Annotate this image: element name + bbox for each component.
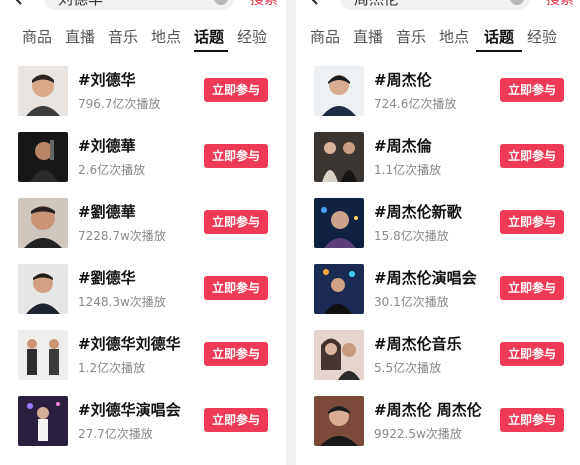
tab-location[interactable]: 地点	[151, 26, 181, 47]
search-results-panel-left: 刘德华 搜索 商品 直播 音乐 地点 话题 经验 #刘德华 796.7亿次播放 …	[0, 0, 286, 465]
category-tabs: 商品 直播 音乐 地点 话题 经验	[0, 20, 286, 54]
join-button[interactable]: 立即参与	[500, 408, 564, 432]
topic-title: #刘德华刘德华	[78, 335, 181, 353]
avatar	[18, 132, 68, 182]
join-button[interactable]: 立即参与	[500, 144, 564, 168]
avatar	[314, 330, 364, 380]
active-tab-indicator	[194, 50, 228, 52]
search-query: 周杰伦	[354, 0, 399, 9]
panel-divider	[286, 0, 296, 465]
avatar	[18, 264, 68, 314]
list-item[interactable]: #刘德华刘德华 1.2亿次播放 立即参与	[0, 330, 286, 396]
search-bar: 周杰伦 搜索	[296, 0, 580, 10]
avatar	[314, 66, 364, 116]
avatar	[18, 66, 68, 116]
play-count: 1.2亿次播放	[78, 361, 146, 375]
search-input[interactable]: 刘德华	[44, 0, 234, 10]
play-count: 30.1亿次播放	[374, 295, 449, 309]
avatar	[18, 330, 68, 380]
play-count: 1.1亿次播放	[374, 163, 442, 177]
join-button[interactable]: 立即参与	[500, 78, 564, 102]
search-button[interactable]: 搜索	[250, 0, 278, 9]
join-button[interactable]: 立即参与	[204, 144, 268, 168]
play-count: 2.6亿次播放	[78, 163, 146, 177]
avatar	[314, 198, 364, 248]
list-item[interactable]: #刘德华 796.7亿次播放 立即参与	[0, 66, 286, 132]
join-button[interactable]: 立即参与	[500, 210, 564, 234]
chevron-left-icon[interactable]	[308, 0, 320, 6]
avatar	[314, 396, 364, 446]
category-tabs: 商品 直播 音乐 地点 话题 经验	[296, 20, 580, 54]
topic-title: #周杰伦音乐	[374, 335, 462, 353]
list-item[interactable]: #周杰倫 1.1亿次播放 立即参与	[296, 132, 580, 198]
list-item[interactable]: #周杰伦 周杰伦 9922.5w次播放 立即参与	[296, 396, 580, 462]
search-input[interactable]: 周杰伦	[340, 0, 530, 10]
list-item[interactable]: #刘德華 2.6亿次播放 立即参与	[0, 132, 286, 198]
search-results-panel-right: 周杰伦 搜索 商品 直播 音乐 地点 话题 经验 #周杰伦 724.6亿次播放 …	[296, 0, 580, 465]
play-count: 724.6亿次播放	[374, 97, 457, 111]
avatar	[18, 198, 68, 248]
tab-topics[interactable]: 话题	[484, 26, 514, 47]
list-item[interactable]: #周杰伦新歌 15.8亿次播放 立即参与	[296, 198, 580, 264]
topic-title: #劉德华	[78, 269, 136, 287]
search-bar: 刘德华 搜索	[0, 0, 286, 10]
tab-experience[interactable]: 经验	[527, 26, 557, 47]
tab-location[interactable]: 地点	[439, 26, 469, 47]
list-item[interactable]: #周杰伦演唱会 30.1亿次播放 立即参与	[296, 264, 580, 330]
play-count: 796.7亿次播放	[78, 97, 161, 111]
avatar	[314, 132, 364, 182]
tab-goods[interactable]: 商品	[310, 26, 340, 47]
play-count: 5.5亿次播放	[374, 361, 442, 375]
search-button[interactable]: 搜索	[546, 0, 574, 9]
clear-icon[interactable]	[214, 0, 228, 5]
topic-title: #周杰伦	[374, 71, 432, 89]
tab-topics[interactable]: 话题	[194, 26, 224, 47]
topic-title: #刘德华演唱会	[78, 401, 181, 419]
tab-music[interactable]: 音乐	[396, 26, 426, 47]
play-count: 15.8亿次播放	[374, 229, 449, 243]
tab-music[interactable]: 音乐	[108, 26, 138, 47]
clear-icon[interactable]	[510, 0, 524, 5]
list-item[interactable]: #周杰伦 724.6亿次播放 立即参与	[296, 66, 580, 132]
avatar	[314, 264, 364, 314]
join-button[interactable]: 立即参与	[500, 342, 564, 366]
topic-title: #周杰伦新歌	[374, 203, 462, 221]
tab-experience[interactable]: 经验	[237, 26, 267, 47]
join-button[interactable]: 立即参与	[204, 276, 268, 300]
list-item[interactable]: #劉德华 1248.3w次播放 立即参与	[0, 264, 286, 330]
avatar	[18, 396, 68, 446]
list-item[interactable]: #劉德華 7228.7w次播放 立即参与	[0, 198, 286, 264]
tab-live[interactable]: 直播	[65, 26, 95, 47]
active-tab-indicator	[476, 50, 522, 52]
play-count: 9922.5w次播放	[374, 427, 462, 441]
list-item[interactable]: #刘德华演唱会 27.7亿次播放 立即参与	[0, 396, 286, 462]
topic-title: #周杰伦 周杰伦	[374, 401, 482, 419]
join-button[interactable]: 立即参与	[204, 78, 268, 102]
search-query: 刘德华	[58, 0, 103, 9]
topic-title: #周杰倫	[374, 137, 432, 155]
join-button[interactable]: 立即参与	[204, 408, 268, 432]
topic-title: #周杰伦演唱会	[374, 269, 477, 287]
join-button[interactable]: 立即参与	[204, 342, 268, 366]
tab-goods[interactable]: 商品	[22, 26, 52, 47]
play-count: 27.7亿次播放	[78, 427, 153, 441]
topic-title: #劉德華	[78, 203, 136, 221]
play-count: 1248.3w次播放	[78, 295, 166, 309]
topic-title: #刘德華	[78, 137, 136, 155]
chevron-left-icon[interactable]	[12, 0, 24, 6]
join-button[interactable]: 立即参与	[500, 276, 564, 300]
join-button[interactable]: 立即参与	[204, 210, 268, 234]
play-count: 7228.7w次播放	[78, 229, 166, 243]
topic-title: #刘德华	[78, 71, 136, 89]
tab-live[interactable]: 直播	[353, 26, 383, 47]
list-item[interactable]: #周杰伦音乐 5.5亿次播放 立即参与	[296, 330, 580, 396]
